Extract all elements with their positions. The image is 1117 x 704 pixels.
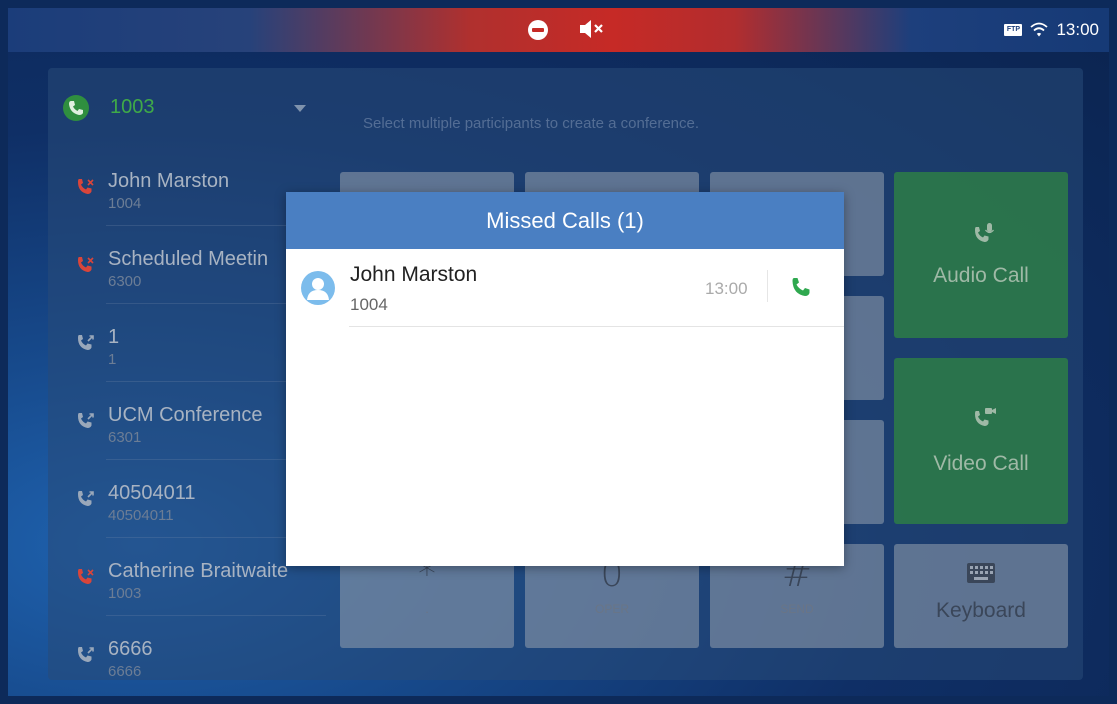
missed-call-icon: [78, 569, 94, 584]
status-right: FTP 13:00: [1004, 20, 1099, 40]
key-sublabel: SEND: [780, 602, 814, 616]
contact-number: 6301: [108, 429, 142, 446]
account-number: 1003: [110, 96, 155, 118]
audio-call-button[interactable]: Audio Call: [894, 172, 1068, 338]
contact-name: Catherine Braitwaite: [108, 560, 289, 582]
conference-hint: Select multiple participants to create a…: [363, 115, 700, 132]
list-item[interactable]: UCM Conference 6301: [48, 382, 326, 460]
keyboard-label: Keyboard: [936, 599, 1026, 622]
wifi-icon: [1030, 22, 1049, 37]
contact-name: UCM Conference: [108, 404, 263, 426]
key-sublabel: OPER: [594, 602, 629, 616]
divider: [349, 326, 844, 327]
video-call-button[interactable]: Video Call: [894, 358, 1068, 524]
missed-call-icon: [78, 257, 94, 272]
outgoing-call-icon: [78, 335, 94, 350]
contact-number: 1003: [108, 585, 142, 602]
contact-number: 6300: [108, 273, 142, 290]
screen: FTP 13:00 1003 Select multiple participa…: [8, 8, 1109, 696]
account-phone-icon: [63, 95, 89, 121]
contact-name: Scheduled Meetin: [108, 248, 269, 270]
video-call-icon: [975, 408, 996, 426]
contact-name: 6666: [108, 638, 153, 660]
outgoing-call-icon: [78, 413, 94, 428]
contact-name: 40504011: [108, 482, 196, 504]
contact-number: 1: [108, 351, 117, 368]
audio-call-label: Audio Call: [933, 264, 1029, 287]
missed-call-item[interactable]: John Marston 1004 13:00: [286, 249, 844, 327]
outgoing-call-icon: [78, 647, 94, 662]
outgoing-call-icon: [78, 491, 94, 506]
divider: [767, 270, 768, 302]
key-sublabel: .: [425, 602, 429, 616]
contact-name: 1: [108, 326, 120, 348]
mute-icon: [580, 20, 603, 38]
list-item[interactable]: 1 1: [48, 304, 326, 382]
list-item[interactable]: 40504011 40504011: [48, 460, 326, 538]
call-history-list: John Marston 1004 Scheduled Meetin 6300 …: [48, 148, 326, 680]
list-item[interactable]: Scheduled Meetin 6300: [48, 226, 326, 304]
dialog-title: Missed Calls (1): [286, 192, 844, 249]
audio-call-icon: [975, 223, 995, 242]
contact-number: 40504011: [108, 507, 174, 524]
call-back-icon[interactable]: [790, 276, 812, 298]
do-not-disturb-icon: [528, 20, 548, 40]
missed-contact-name: John Marston: [350, 263, 478, 286]
missed-contact-number: 1004: [350, 295, 388, 314]
video-call-label: Video Call: [933, 452, 1029, 475]
clock: 13:00: [1056, 20, 1099, 39]
avatar: [301, 271, 335, 305]
keyboard-icon: [967, 563, 995, 583]
list-item[interactable]: 6666 6666: [48, 616, 326, 680]
contact-name: John Marston: [108, 170, 230, 192]
account-selector[interactable]: 1003: [48, 68, 318, 148]
status-bar: FTP 13:00: [8, 8, 1109, 52]
missed-call-icon: [78, 179, 94, 194]
list-item[interactable]: Catherine Braitwaite 1003: [48, 538, 326, 616]
missed-calls-dialog: Missed Calls (1) John Marston 1004 13:00: [286, 192, 844, 566]
chevron-down-icon[interactable]: [294, 105, 306, 112]
ftp-icon: FTP: [1004, 24, 1023, 36]
contact-number: 1004: [108, 195, 142, 212]
keyboard-button[interactable]: Keyboard: [894, 544, 1068, 648]
missed-call-time: 13:00: [705, 279, 748, 298]
contact-number: 6666: [108, 663, 142, 680]
list-item[interactable]: John Marston 1004: [48, 148, 326, 226]
